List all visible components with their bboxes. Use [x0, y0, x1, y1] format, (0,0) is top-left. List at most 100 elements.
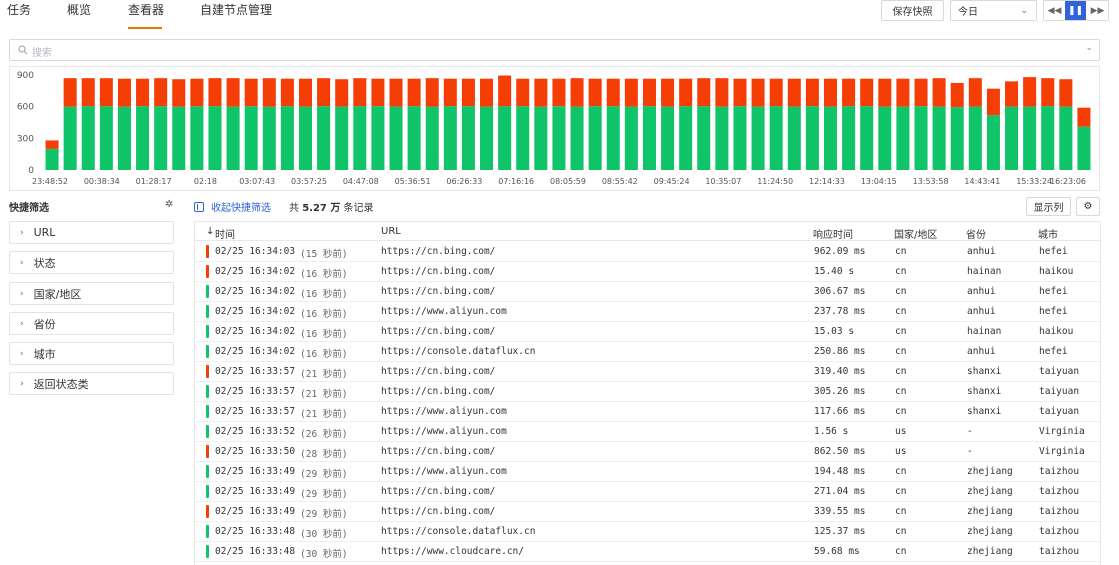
- table-row[interactable]: 02/25 16:33:57 (21 秒前) https://cn.bing.com…: [195, 362, 1100, 382]
- column-province[interactable]: 省份: [966, 226, 986, 241]
- pause-icon[interactable]: ❚❚: [1065, 1, 1086, 20]
- bar-success[interactable]: [896, 106, 910, 170]
- bar-error[interactable]: [461, 78, 475, 107]
- table-row[interactable]: 02/25 16:34:02 (16 秒前) https://www.aliyun.…: [195, 302, 1100, 322]
- bar-error[interactable]: [932, 78, 946, 107]
- bar-success[interactable]: [63, 106, 77, 170]
- bar-success[interactable]: [317, 106, 331, 170]
- bar-success[interactable]: [407, 106, 421, 170]
- bar-success[interactable]: [190, 106, 204, 170]
- bar-error[interactable]: [860, 78, 874, 107]
- bar-success[interactable]: [679, 106, 693, 170]
- table-row[interactable]: 02/25 16:33:48 (30 秒前) https://console.dat…: [195, 522, 1100, 542]
- bar-success[interactable]: [624, 106, 638, 170]
- bar-error[interactable]: [99, 78, 113, 107]
- time-range-select[interactable]: 今日 ⌄: [950, 0, 1037, 21]
- bar-error[interactable]: [63, 78, 77, 107]
- bar-success[interactable]: [262, 106, 276, 170]
- bar-success[interactable]: [425, 106, 439, 170]
- table-row[interactable]: 02/25 16:34:02 (16 秒前) https://cn.bing.com…: [195, 282, 1100, 302]
- bar-error[interactable]: [407, 78, 421, 107]
- bar-success[interactable]: [136, 106, 150, 170]
- bar-success[interactable]: [787, 106, 801, 170]
- bar-error[interactable]: [1023, 77, 1037, 107]
- bar-success[interactable]: [860, 106, 874, 170]
- bar-error[interactable]: [697, 78, 711, 107]
- bar-success[interactable]: [878, 106, 892, 170]
- bar-error[interactable]: [1005, 81, 1019, 107]
- bar-success[interactable]: [769, 106, 783, 170]
- bar-error[interactable]: [1077, 107, 1091, 127]
- bar-success[interactable]: [298, 106, 313, 170]
- bar-success[interactable]: [45, 148, 59, 170]
- bar-success[interactable]: [968, 106, 982, 170]
- facet-status-class[interactable]: › 返回状态类: [9, 372, 174, 395]
- bar-error[interactable]: [480, 78, 494, 107]
- bar-success[interactable]: [661, 106, 675, 170]
- bar-success[interactable]: [642, 106, 656, 170]
- tab-explorer[interactable]: 查看器: [128, 0, 164, 30]
- bar-error[interactable]: [498, 75, 512, 107]
- bar-success[interactable]: [81, 106, 95, 170]
- bar-error[interactable]: [81, 78, 95, 107]
- chevron-down-icon[interactable]: ⌄: [1085, 43, 1093, 53]
- bar-error[interactable]: [624, 78, 638, 107]
- table-row[interactable]: 02/25 16:33:57 (21 秒前) https://cn.bing.com…: [195, 382, 1100, 402]
- facet-city[interactable]: › 城市: [9, 342, 174, 365]
- bar-success[interactable]: [280, 106, 294, 170]
- bar-error[interactable]: [208, 78, 222, 107]
- search-input[interactable]: 搜索 ⌄: [9, 39, 1100, 61]
- table-row[interactable]: 02/25 16:34:02 (16 秒前) https://cn.bing.com…: [195, 262, 1100, 282]
- bar-error[interactable]: [606, 78, 620, 107]
- bar-error[interactable]: [262, 78, 276, 107]
- bar-success[interactable]: [461, 106, 475, 170]
- table-row[interactable]: 02/25 16:33:49 (29 秒前) https://cn.bing.com…: [195, 482, 1100, 502]
- bar-success[interactable]: [534, 106, 548, 170]
- bar-error[interactable]: [280, 78, 294, 107]
- bar-success[interactable]: [986, 115, 1000, 170]
- bar-success[interactable]: [570, 106, 584, 170]
- bar-error[interactable]: [1041, 78, 1055, 107]
- bar-success[interactable]: [842, 106, 856, 170]
- facet-province[interactable]: › 省份: [9, 312, 174, 335]
- column-time[interactable]: 时间: [215, 226, 235, 241]
- bar-error[interactable]: [642, 78, 656, 107]
- bar-error[interactable]: [679, 78, 693, 107]
- bar-success[interactable]: [1077, 126, 1091, 170]
- bar-error[interactable]: [588, 78, 602, 107]
- bar-error[interactable]: [878, 78, 892, 107]
- settings-button[interactable]: ⚙: [1076, 197, 1100, 216]
- bar-error[interactable]: [244, 78, 258, 107]
- rewind-icon[interactable]: ◀◀: [1044, 1, 1065, 20]
- bar-error[interactable]: [769, 78, 783, 107]
- bar-error[interactable]: [226, 78, 240, 107]
- bar-error[interactable]: [661, 78, 675, 107]
- bar-error[interactable]: [823, 78, 838, 107]
- table-row[interactable]: 02/25 16:33:57 (21 秒前) https://www.aliyun.…: [195, 402, 1100, 422]
- tab-tasks[interactable]: 任务: [7, 0, 31, 30]
- bar-success[interactable]: [443, 106, 457, 170]
- save-snapshot-button[interactable]: 保存快照: [881, 0, 944, 21]
- bar-success[interactable]: [99, 106, 113, 170]
- bar-error[interactable]: [117, 78, 131, 107]
- bar-error[interactable]: [1059, 79, 1073, 107]
- bar-error[interactable]: [896, 78, 910, 107]
- bar-error[interactable]: [154, 78, 168, 107]
- bar-success[interactable]: [389, 106, 403, 170]
- bar-success[interactable]: [552, 106, 566, 170]
- column-url[interactable]: URL: [381, 226, 401, 237]
- bar-success[interactable]: [914, 106, 928, 170]
- bar-success[interactable]: [498, 106, 512, 170]
- bar-error[interactable]: [968, 78, 982, 107]
- bar-error[interactable]: [190, 78, 204, 107]
- bar-error[interactable]: [751, 78, 765, 107]
- bar-success[interactable]: [244, 106, 258, 170]
- bar-success[interactable]: [733, 106, 747, 170]
- tab-overview[interactable]: 概览: [67, 0, 91, 30]
- bar-success[interactable]: [335, 106, 349, 170]
- facet-url[interactable]: › URL: [9, 221, 174, 244]
- bar-error[interactable]: [172, 79, 186, 107]
- bar-error[interactable]: [552, 78, 566, 107]
- bar-error[interactable]: [787, 78, 801, 107]
- bar-error[interactable]: [534, 78, 548, 107]
